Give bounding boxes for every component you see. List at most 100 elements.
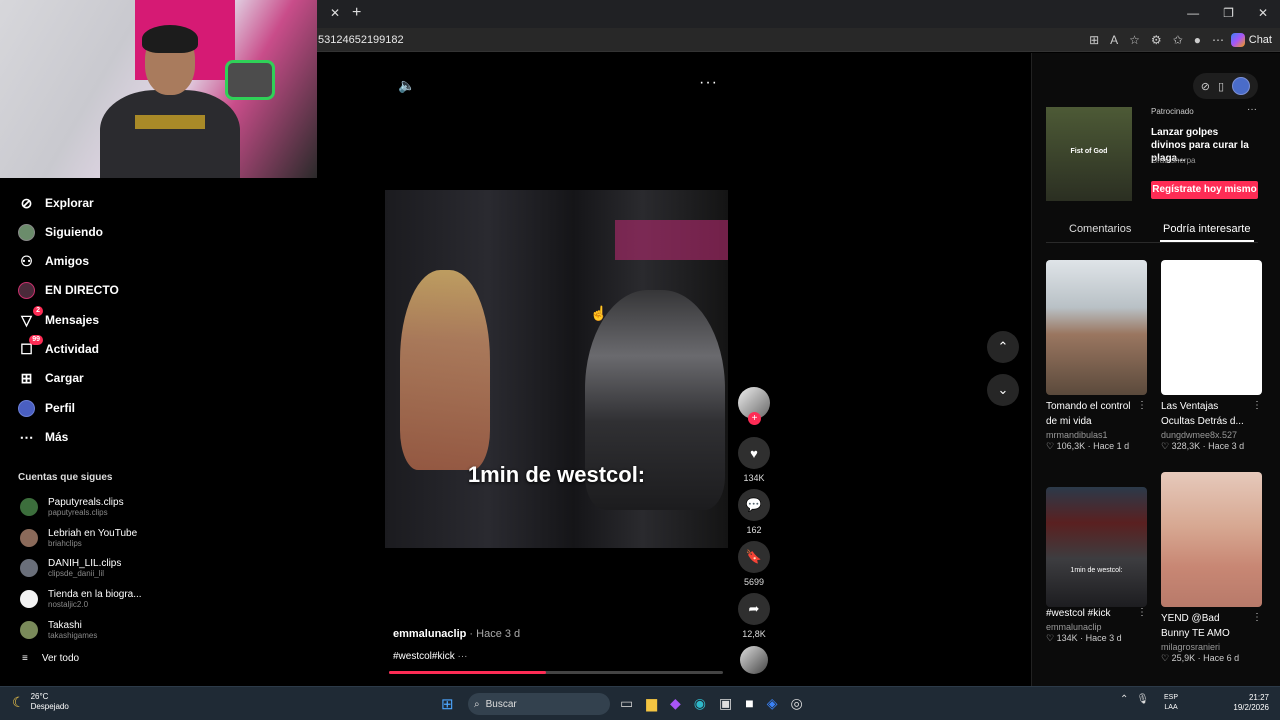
video-thumbnail[interactable] bbox=[1046, 260, 1147, 395]
comment-icon[interactable]: 💬 bbox=[738, 489, 770, 521]
suggested-video-card[interactable]: Las Ventajas Ocultas Detrás d... ⋮ dungd… bbox=[1161, 260, 1262, 452]
menu-icon[interactable]: ⋯ bbox=[1212, 33, 1224, 47]
edge-icon[interactable]: ◉ bbox=[694, 695, 706, 712]
sidebar-item-label: Perfil bbox=[45, 401, 76, 415]
favorites-icon[interactable]: ✩ bbox=[1173, 33, 1183, 47]
tab-divider bbox=[1046, 242, 1258, 243]
profile-icon[interactable]: ● bbox=[1194, 33, 1201, 47]
windows-start-icon[interactable]: ⊞ bbox=[441, 695, 454, 713]
language-indicator[interactable]: ESP LAA bbox=[1164, 693, 1178, 713]
sidebar-item-mas[interactable]: ⋯ Más bbox=[18, 426, 69, 448]
compass-icon[interactable]: ⊘ bbox=[1201, 80, 1210, 93]
music-disc-icon[interactable] bbox=[740, 646, 768, 674]
follow-plus-icon[interactable]: + bbox=[748, 412, 761, 425]
next-video-button[interactable]: ⌄ bbox=[987, 374, 1019, 406]
grid-icon[interactable]: ⊞ bbox=[1089, 33, 1099, 47]
more-icon[interactable]: ⋮ bbox=[1137, 607, 1147, 618]
followed-account[interactable]: DANIH_LIL.clips clipsde_danii_lil bbox=[20, 558, 121, 578]
sidebar-item-amigos[interactable]: ⚇ Amigos bbox=[18, 250, 89, 272]
active-tab-indicator bbox=[1160, 240, 1254, 242]
share-action[interactable]: ➦ 12,8K bbox=[738, 593, 770, 639]
tab-close-icon[interactable]: ✕ bbox=[330, 6, 340, 20]
url-text[interactable]: 53124652199182 bbox=[318, 34, 404, 46]
sidebar-item-perfil[interactable]: Perfil bbox=[18, 397, 75, 419]
translate-icon[interactable]: A bbox=[1110, 33, 1118, 47]
share-count: 12,8K bbox=[742, 629, 766, 639]
weather-widget[interactable]: ☾ 26°C Despejado bbox=[12, 692, 69, 712]
video-thumbnail[interactable] bbox=[1161, 472, 1262, 607]
microphone-icon[interactable]: 🎙 bbox=[1136, 694, 1149, 705]
close-window-button[interactable]: ✕ bbox=[1258, 6, 1268, 20]
chat-label: Chat bbox=[1248, 34, 1272, 46]
more-icon[interactable]: ⋮ bbox=[1137, 400, 1147, 411]
file-explorer-icon[interactable]: ▆ bbox=[646, 695, 657, 712]
star-icon[interactable]: ☆ bbox=[1129, 33, 1140, 47]
video-author-line[interactable]: emmalunaclip · Hace 3 d bbox=[393, 628, 520, 640]
tab-suggested[interactable]: Podría interesarte bbox=[1163, 223, 1250, 235]
avatar bbox=[20, 559, 38, 577]
like-action[interactable]: ♥ 134K bbox=[738, 437, 770, 483]
ad-signup-button[interactable]: Regístrate hoy mismo bbox=[1151, 181, 1258, 199]
followed-account[interactable]: Takashi takashigames bbox=[20, 620, 97, 640]
save-action[interactable]: 🔖 5699 bbox=[738, 541, 770, 587]
new-tab-button[interactable]: + bbox=[352, 4, 361, 22]
suggested-video-card[interactable]: Tomando el control de mi vida ⋮ mrmandib… bbox=[1046, 260, 1147, 452]
bookmark-icon[interactable]: 🔖 bbox=[738, 541, 770, 573]
followed-account[interactable]: Lebriah en YouTube briahclips bbox=[20, 528, 137, 548]
window-controls: — ❐ ✕ bbox=[1187, 6, 1268, 20]
heart-icon[interactable]: ♥ bbox=[738, 437, 770, 469]
video-player[interactable] bbox=[385, 190, 728, 548]
shield-app-icon[interactable]: ◈ bbox=[767, 695, 778, 712]
ad-more-icon[interactable]: ··· bbox=[1247, 104, 1257, 115]
sidebar-item-cargar[interactable]: ⊞ Cargar bbox=[18, 367, 84, 389]
see-all-link[interactable]: ≡ Ver todo bbox=[22, 653, 79, 664]
author-name[interactable]: emmalunaclip bbox=[393, 628, 466, 640]
chrome-icon[interactable]: ◎ bbox=[791, 695, 803, 712]
store-icon[interactable]: ▣ bbox=[719, 695, 732, 712]
chevron-up-icon[interactable]: ⌃ bbox=[1120, 694, 1128, 705]
clock[interactable]: 21:27 19/2/2026 bbox=[1227, 693, 1269, 713]
profile-avatar-icon bbox=[18, 399, 35, 417]
video-progress-fill bbox=[389, 671, 546, 674]
sidebar-item-mensajes[interactable]: ▽ 2 Mensajes bbox=[18, 305, 99, 331]
following-section-title: Cuentas que sigues bbox=[18, 472, 113, 483]
followed-account[interactable]: Tienda en la biogra... nostaljic2.0 bbox=[20, 589, 142, 609]
task-view-icon[interactable]: ▭ bbox=[620, 695, 633, 712]
comment-action[interactable]: 💬 162 bbox=[738, 489, 770, 535]
share-icon[interactable]: ➦ bbox=[738, 593, 770, 625]
sidebar-item-en-directo[interactable]: EN DIRECTO bbox=[18, 279, 119, 301]
previous-video-button[interactable]: ⌃ bbox=[987, 331, 1019, 363]
post-time: · Hace 3 d bbox=[469, 628, 521, 640]
sidebar-item-label: Siguiendo bbox=[45, 225, 103, 239]
tab-comments[interactable]: Comentarios bbox=[1069, 223, 1131, 235]
more-icon[interactable]: ⋮ bbox=[1252, 612, 1262, 623]
sound-icon[interactable]: 🔈 bbox=[398, 77, 415, 94]
more-icon[interactable]: ⋮ bbox=[1252, 400, 1262, 411]
followed-account[interactable]: Paputyreals.clips paputyreals.clips bbox=[20, 497, 124, 517]
sidebar-item-explorar[interactable]: ⊘ Explorar bbox=[18, 192, 94, 214]
suggested-video-card[interactable]: YEND @Bad Bunny TE AMO ⋮ milagrosranieri… bbox=[1161, 472, 1262, 664]
avatar-icon bbox=[18, 223, 35, 241]
extensions-icon[interactable]: ⚙ bbox=[1151, 33, 1162, 47]
game-app-icon[interactable]: ■ bbox=[745, 695, 753, 712]
video-thumbnail[interactable]: 1min de westcol: bbox=[1046, 487, 1147, 607]
minimize-button[interactable]: — bbox=[1187, 6, 1199, 20]
more-options-icon[interactable]: ··· bbox=[699, 74, 718, 92]
video-hashtags[interactable]: #westcol#kick ··· bbox=[393, 651, 467, 662]
video-thumbnail[interactable] bbox=[1161, 260, 1262, 395]
sidebar-item-actividad[interactable]: ☐ 99 Actividad bbox=[18, 334, 99, 360]
weather-condition: Despejado bbox=[30, 702, 69, 711]
copilot-app-icon[interactable]: ◆ bbox=[670, 695, 681, 712]
plus-icon: ⊞ bbox=[20, 369, 33, 386]
copilot-chat-button[interactable]: Chat bbox=[1230, 31, 1272, 49]
avatar bbox=[20, 590, 38, 608]
moon-icon: ☾ bbox=[12, 693, 25, 710]
card-user: dungdwmee8x.527 bbox=[1161, 430, 1238, 440]
taskbar-search[interactable]: ⌕ Buscar bbox=[468, 693, 610, 715]
card-user: mrmandibulas1 bbox=[1046, 430, 1108, 440]
phone-icon[interactable]: ▯ bbox=[1218, 80, 1224, 93]
sidebar-item-siguiendo[interactable]: Siguiendo bbox=[18, 221, 103, 243]
profile-avatar[interactable] bbox=[1232, 77, 1250, 95]
suggested-video-card[interactable]: 1min de westcol: #westcol #kick ⋮ emmalu… bbox=[1046, 472, 1147, 644]
restore-button[interactable]: ❐ bbox=[1223, 6, 1234, 20]
